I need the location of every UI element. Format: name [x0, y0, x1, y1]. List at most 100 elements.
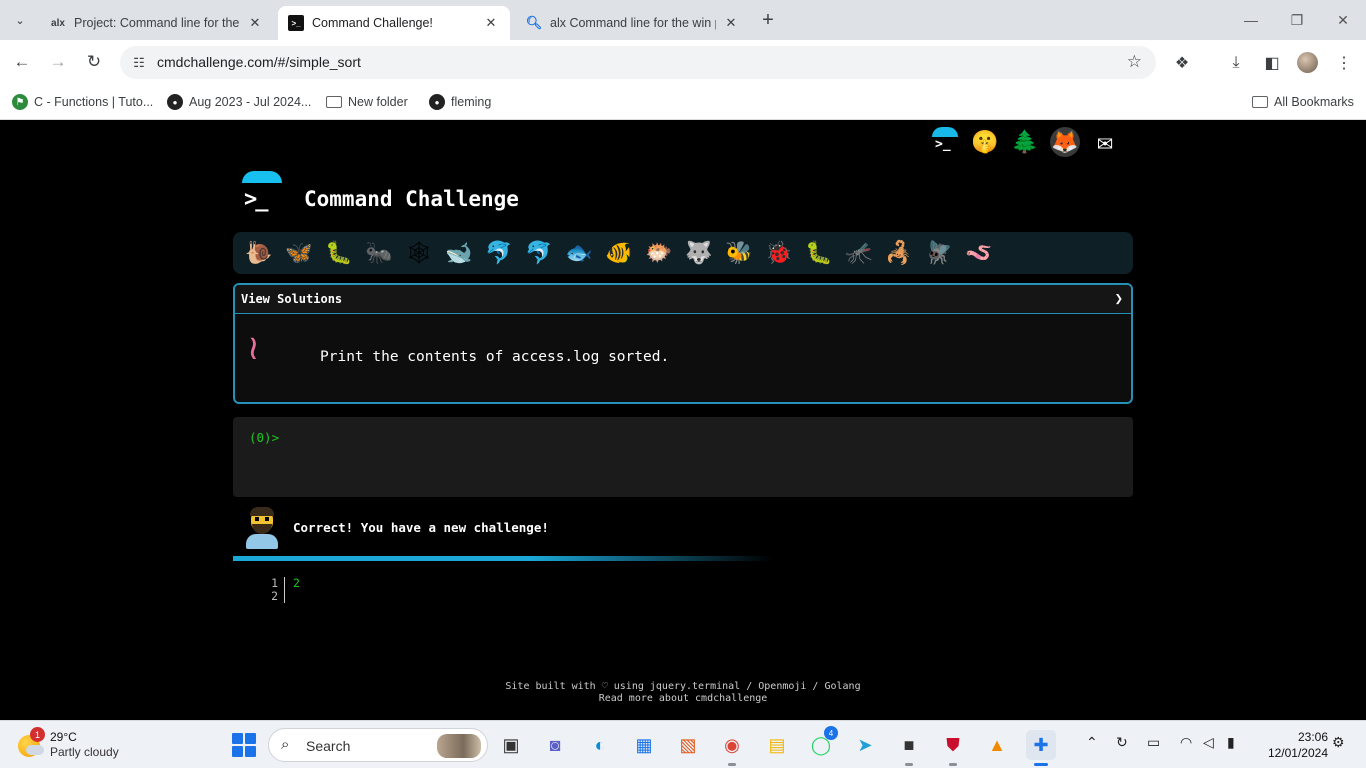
challenge-animal-icon[interactable]: 🐜 [359, 233, 399, 273]
extensions-icon[interactable]: ❖ [1170, 51, 1194, 75]
challenge-animal-icon[interactable]: 🐠 [599, 233, 639, 273]
feedback-row: Correct! You have a new challenge! [233, 505, 1133, 561]
whatsapp-badge: 4 [824, 726, 838, 740]
wifi-icon[interactable]: ◠ [1180, 734, 1192, 751]
challenge-animal-icon[interactable]: 🐛 [799, 233, 839, 273]
terminal-input[interactable]: (0)> [233, 417, 1133, 497]
tab-alx-search[interactable]: 🔍︎ alx Command line for the win p ✕ [516, 6, 750, 40]
vlc-icon[interactable]: ▲ [982, 730, 1012, 760]
battery-icon[interactable]: ▮ [1227, 734, 1235, 751]
tab-alx-project[interactable]: alx Project: Command line for the w ✕ [40, 6, 274, 40]
office-icon[interactable]: ▧ [673, 730, 703, 760]
file-explorer-icon[interactable]: ▤ [762, 730, 792, 760]
display-icon[interactable]: ▭ [1147, 734, 1160, 751]
forward-button[interactable]: → [44, 48, 72, 76]
challenge-animal-icon[interactable]: 🐟 [559, 233, 599, 273]
challenge-animal-icon[interactable]: 🪱 [959, 233, 999, 273]
bookmark-fleming[interactable]: ● fleming [429, 92, 491, 112]
shushing-face-icon[interactable]: 🤫 [970, 127, 1000, 157]
new-tab-button[interactable]: + [756, 8, 780, 32]
search-label: Search [306, 738, 351, 754]
snipping-tool-icon[interactable]: ✚ [1026, 730, 1056, 766]
bookmark-new-folder[interactable]: New folder [326, 92, 408, 112]
whatsapp-icon[interactable]: ◯ 4 [806, 726, 838, 760]
challenge-animal-icon[interactable]: 🐞 [759, 233, 799, 273]
bookmark-label: C - Functions | Tuto... [34, 95, 154, 109]
back-button[interactable]: ← [8, 48, 36, 76]
top-icon-row: >_ 🤫 🌲 🦊 ✉ [930, 123, 1120, 161]
minimize-button[interactable]: — [1228, 0, 1274, 40]
footer: Site built with ♡ using jquery.terminal … [0, 681, 1366, 705]
feedback-message: Correct! You have a new challenge! [293, 520, 549, 535]
task-view-icon[interactable]: ▣ [496, 730, 526, 760]
bookmark-aug-2023[interactable]: ● Aug 2023 - Jul 2024... [167, 92, 311, 112]
bookmark-c-functions[interactable]: ⚑ C - Functions | Tuto... [12, 92, 153, 112]
logo-cap [242, 171, 282, 183]
tab-command-challenge[interactable]: >_ Command Challenge! ✕ [278, 6, 510, 40]
bookmarks-bar: ⚑ C - Functions | Tuto... ● Aug 2023 - J… [0, 85, 1366, 120]
site-info-icon[interactable]: ☷ [130, 54, 148, 72]
bookmark-star-icon[interactable]: ☆ [1127, 52, 1142, 72]
challenge-task: Print the contents of access.log sorted. [320, 349, 670, 365]
challenge-animal-icon[interactable]: 🐬 [519, 233, 559, 273]
gitlab-icon[interactable]: 🦊 [1050, 127, 1080, 157]
profile-avatar[interactable] [1297, 52, 1318, 73]
challenge-animal-icon[interactable]: 🐺 [679, 233, 719, 273]
edge-icon[interactable]: ◐ [585, 730, 615, 760]
brand-logo[interactable]: >_ [240, 171, 284, 215]
challenge-animal-icon[interactable]: 🐡 [639, 233, 679, 273]
store-icon[interactable]: ▦ [629, 730, 659, 760]
weather-badge: 1 [30, 727, 45, 742]
sync-icon[interactable]: ↻ [1116, 734, 1128, 751]
address-bar[interactable]: ☷ cmdchallenge.com/#/simple_sort ☆ [120, 46, 1156, 79]
restore-button[interactable]: ❐ [1274, 0, 1320, 40]
show-hidden-icons-icon[interactable]: ⌃ [1086, 734, 1098, 751]
meet-icon[interactable]: ◙ [540, 730, 570, 760]
clock[interactable]: 23:06 12/01/2024 [1258, 729, 1328, 761]
side-panel-icon[interactable]: ◧ [1260, 51, 1284, 75]
telegram-icon[interactable]: ➤ [850, 730, 880, 760]
challenge-animal-icon[interactable]: 🦂 [879, 233, 919, 273]
challenge-animal-icon[interactable]: 🐝 [719, 233, 759, 273]
challenge-animal-icon[interactable]: 🐛 [319, 233, 359, 273]
notification-icon[interactable]: ⚙ [1332, 734, 1345, 751]
view-solutions-toggle[interactable]: View Solutions ❯ [235, 285, 1131, 314]
challenge-animal-icon[interactable]: 🕸 [399, 233, 439, 273]
challenge-animal-icon[interactable]: 🪰 [919, 233, 959, 273]
weather-cloud-icon [26, 745, 44, 755]
github-icon: ● [429, 94, 445, 110]
challenge-animal-icon[interactable]: 🐋 [439, 233, 479, 273]
tree-icon[interactable]: 🌲 [1010, 127, 1040, 157]
volume-icon[interactable]: ◁ [1203, 734, 1214, 751]
challenge-animal-icon[interactable]: 🐬 [479, 233, 519, 273]
download-icon[interactable]: ⤓ [1224, 51, 1248, 75]
start-button[interactable] [232, 733, 256, 757]
bookmark-label: New folder [348, 95, 408, 109]
footer-read-more-link[interactable]: Read more about cmdchallenge [0, 693, 1366, 705]
tab-title: Project: Command line for the w [74, 16, 240, 30]
taskbar-search[interactable]: ⌕ Search [268, 728, 488, 762]
folder-icon [1252, 96, 1268, 108]
chrome-icon[interactable]: ◉ [717, 730, 747, 766]
challenge-animal-icon[interactable]: 🐌 [239, 233, 279, 273]
chevron-right-icon[interactable]: ❯ [1115, 291, 1123, 307]
mcafee-icon[interactable]: ⛊ [938, 730, 968, 766]
challenge-animal-icon[interactable]: 🦟 [839, 233, 879, 273]
weather-widget[interactable]: 1 29°C Partly cloudy [16, 727, 166, 763]
reload-button[interactable]: ↻ [80, 48, 108, 76]
menu-kebab-icon[interactable]: ⋮ [1332, 51, 1356, 75]
challenge-animal-icon[interactable]: 🦋 [279, 233, 319, 273]
close-tab-icon[interactable]: ✕ [482, 14, 500, 32]
close-tab-icon[interactable]: ✕ [722, 14, 740, 32]
close-tab-icon[interactable]: ✕ [246, 14, 264, 32]
terminal-logo-icon[interactable]: >_ [930, 127, 960, 157]
terminal-app-icon[interactable]: ■ [894, 730, 924, 766]
green-logo-icon: ⚑ [12, 94, 28, 110]
all-bookmarks[interactable]: All Bookmarks [1252, 92, 1354, 112]
close-window-button[interactable]: ✕ [1320, 0, 1366, 40]
terminal-favicon-icon: >_ [288, 15, 304, 31]
windows-taskbar: 1 29°C Partly cloudy ⌕ Search ▣ ◙ ◐ ▦ ▧ … [0, 720, 1366, 768]
tab-search-icon[interactable]: ⌄ [8, 8, 32, 32]
envelope-icon[interactable]: ✉ [1090, 127, 1120, 157]
url-text[interactable]: cmdchallenge.com/#/simple_sort [157, 54, 361, 70]
